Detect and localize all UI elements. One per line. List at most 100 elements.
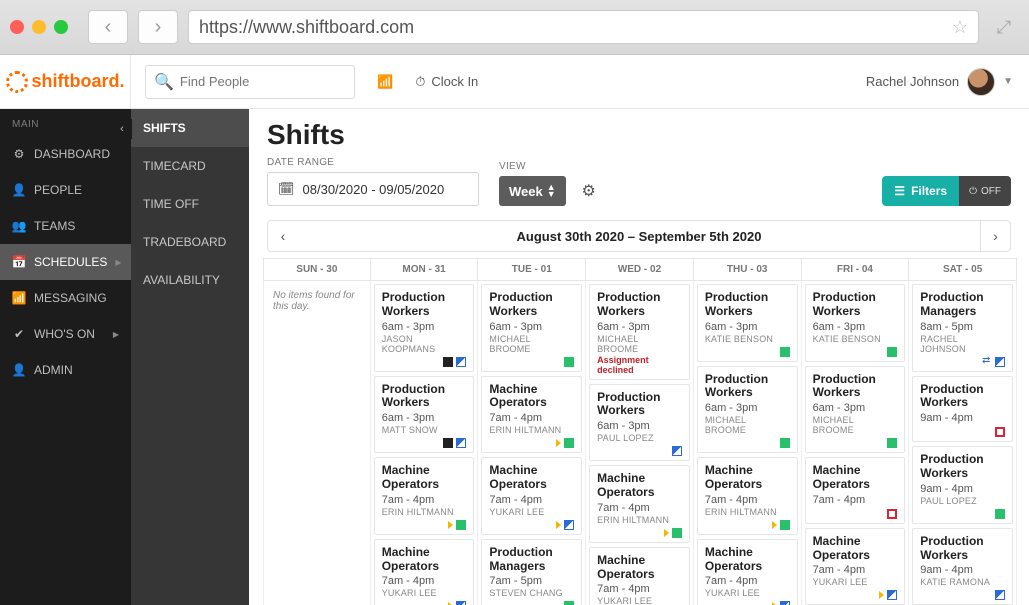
filters-label: Filters (911, 184, 947, 198)
shift-card[interactable]: Production Workers9am - 4pm (912, 376, 1013, 443)
status-badge-icon (556, 521, 561, 529)
shift-title: Machine Operators (813, 535, 898, 563)
nav-icon: 📅 (12, 255, 26, 269)
shift-time: 6am - 3pm (597, 321, 682, 333)
day-column: Production Workers6am - 3pmJASON KOOPMAN… (371, 281, 479, 605)
shift-card[interactable]: Machine Operators7am - 4pmYUKARI LEE (374, 539, 475, 605)
day-header: WED - 02 (586, 258, 694, 281)
shift-card[interactable]: Production Workers6am - 3pmJASON KOOPMAN… (374, 284, 475, 372)
sidebar-item-who-s-on[interactable]: ✔WHO'S ON▶ (0, 316, 131, 352)
subsidebar-item-tradeboard[interactable]: TRADEBOARD (131, 223, 249, 261)
shift-person: ERIN HILTMANN (382, 507, 467, 517)
shift-badges (920, 509, 1005, 519)
shift-title: Production Workers (920, 383, 1005, 411)
shift-person: PAUL LOPEZ (920, 496, 1005, 506)
sidebar-item-people[interactable]: 👤PEOPLE (0, 172, 131, 208)
shift-card[interactable]: Production Workers6am - 3pmMICHAEL BROOM… (481, 284, 582, 372)
sidebar-item-label: WHO'S ON (34, 327, 95, 341)
brand-logo[interactable]: shiftboard. (0, 55, 131, 108)
forward-button[interactable]: › (138, 10, 178, 44)
status-badge-icon (995, 509, 1005, 519)
shift-badges (813, 590, 898, 600)
close-window[interactable] (10, 20, 24, 34)
view-select[interactable]: Week ▲▼ (499, 176, 566, 206)
shift-card[interactable]: Production Workers6am - 3pmMATT SNOW (374, 376, 475, 454)
next-week-button[interactable]: › (980, 221, 1010, 251)
minimize-window[interactable] (32, 20, 46, 34)
back-button[interactable]: ‹ (88, 10, 128, 44)
subsidebar-item-time-off[interactable]: TIME OFF (131, 185, 249, 223)
shift-title: Production Workers (382, 291, 467, 319)
calendar-icon: 🗓 (278, 181, 295, 197)
nav-icon: 👥 (12, 219, 26, 233)
daterange-field: DATE RANGE 🗓 08/30/2020 - 09/05/2020 (267, 157, 479, 206)
collapse-sidebar[interactable]: ‹ (112, 119, 132, 139)
status-badge-icon (780, 520, 790, 530)
sidebar-item-teams[interactable]: 👥TEAMS (0, 208, 131, 244)
maximize-window[interactable] (54, 20, 68, 34)
shift-card[interactable]: Machine Operators7am - 4pmYUKARI LEE (481, 457, 582, 535)
broadcast-action[interactable]: 📶 (377, 74, 393, 90)
shift-person: MICHAEL BROOME (597, 334, 682, 354)
shift-badges (813, 438, 898, 448)
shift-time: 6am - 3pm (813, 402, 898, 414)
shift-card[interactable]: Machine Operators7am - 4pmYUKARI LEE (697, 539, 798, 605)
shift-card[interactable]: Production Workers9am - 4pmKATIE RAMONA (912, 528, 1013, 605)
subsidebar-item-timecard[interactable]: TIMECARD (131, 147, 249, 185)
shift-card[interactable]: Machine Operators7am - 4pmYUKARI LEE (805, 528, 906, 605)
shift-card[interactable]: Machine Operators7am - 4pm (805, 457, 906, 524)
sidebar-item-dashboard[interactable]: ⚙DASHBOARD (0, 136, 131, 172)
prev-week-button[interactable]: ‹ (268, 221, 298, 251)
daterange-label: DATE RANGE (267, 157, 479, 168)
status-badge-icon (456, 438, 466, 448)
sidebar-item-label: ADMIN (34, 363, 73, 377)
daterange-input[interactable]: 🗓 08/30/2020 - 09/05/2020 (267, 172, 479, 206)
filters-button[interactable]: ☰ Filters (882, 176, 959, 206)
shift-card[interactable]: Production Managers7am - 5pmSTEVEN CHANG (481, 539, 582, 605)
sub-sidebar: SHIFTSTIMECARDTIME OFFTRADEBOARDAVAILABI… (131, 109, 249, 605)
shift-title: Machine Operators (597, 554, 682, 582)
shift-card[interactable]: Production Workers6am - 3pmMICHAEL BROOM… (805, 366, 906, 454)
week-navigator: ‹ August 30th 2020 – September 5th 2020 … (267, 220, 1011, 252)
sidebar-item-admin[interactable]: 👤ADMIN (0, 352, 131, 388)
shift-badges: ⇄ (920, 357, 1005, 367)
shift-card[interactable]: Machine Operators7am - 4pmYUKARI LEE (589, 547, 690, 605)
search-input[interactable] (180, 74, 356, 89)
bookmark-icon[interactable]: ☆ (952, 17, 968, 38)
status-badge-icon (564, 601, 574, 605)
sidebar-item-messaging[interactable]: 📶MESSAGING (0, 280, 131, 316)
shift-card[interactable]: Production Managers8am - 5pmRACHEL JOHNS… (912, 284, 1013, 372)
subsidebar-item-availability[interactable]: AVAILABILITY (131, 261, 249, 299)
shift-person: ERIN HILTMANN (489, 425, 574, 435)
filters-icon: ☰ (894, 184, 905, 198)
filters-off-toggle[interactable]: ⏻ OFF (959, 176, 1011, 206)
shift-card[interactable]: Machine Operators7am - 4pmERIN HILTMANN (481, 376, 582, 454)
shift-card[interactable]: Production Workers9am - 4pmPAUL LOPEZ (912, 446, 1013, 524)
subsidebar-item-shifts[interactable]: SHIFTS (131, 109, 249, 147)
shift-badges (382, 601, 467, 605)
day-column: Production Workers 6am - 3pmMICHAEL BROOM… (586, 281, 694, 605)
status-badge-icon (887, 438, 897, 448)
fullscreen-icon[interactable]: ⤢ (989, 17, 1019, 38)
shift-card[interactable]: Production Workers6am - 3pmPAUL LOPEZ (589, 384, 690, 462)
shift-card[interactable]: Production Workers6am - 3pmKATIE BENSON (805, 284, 906, 362)
shift-card[interactable]: Machine Operators7am - 4pmERIN HILTMANN (697, 457, 798, 535)
username: Rachel Johnson (866, 74, 959, 89)
shift-title: Production Workers (597, 391, 682, 419)
url-bar[interactable]: https://www.shiftboard.com ☆ (188, 10, 979, 44)
shift-title: Production Workers (813, 373, 898, 401)
brand-text: shiftboard. (32, 71, 125, 92)
url-text: https://www.shiftboard.com (199, 17, 414, 38)
clockin-action[interactable]: ⏱ Clock In (415, 74, 478, 90)
shift-card[interactable]: Production Workers6am - 3pmMICHAEL BROOM… (589, 284, 690, 380)
shift-card[interactable]: Production Workers6am - 3pmMICHAEL BROOM… (697, 366, 798, 454)
shift-card[interactable]: Machine Operators7am - 4pmERIN HILTMANN (589, 465, 690, 543)
day-header: MON - 31 (371, 258, 479, 281)
sidebar-item-schedules[interactable]: 📅SCHEDULES▶ (0, 244, 131, 280)
search-box[interactable]: 🔍 (145, 65, 355, 99)
user-menu[interactable]: Rachel Johnson ▼ (866, 68, 1013, 96)
shift-card[interactable]: Production Workers6am - 3pmKATIE BENSON (697, 284, 798, 362)
shift-time: 6am - 3pm (489, 321, 574, 333)
shift-card[interactable]: Machine Operators7am - 4pmERIN HILTMANN (374, 457, 475, 535)
settings-button[interactable]: ⚙ (574, 176, 604, 206)
